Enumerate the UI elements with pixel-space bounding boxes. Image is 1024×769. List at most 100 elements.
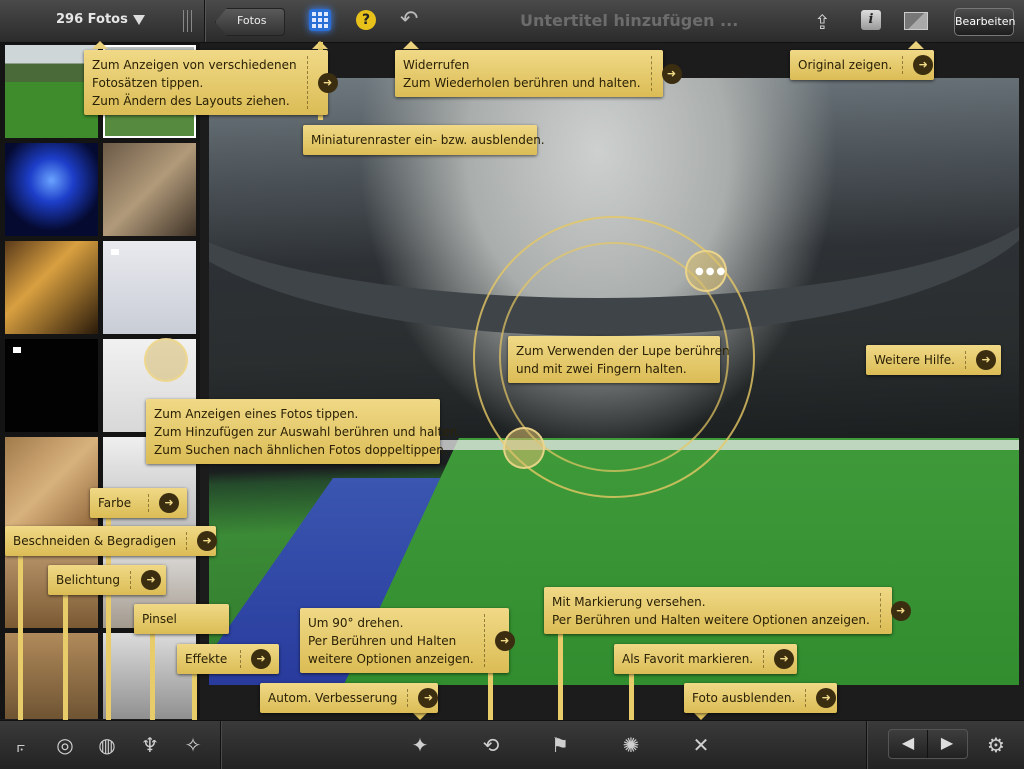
brush-icon[interactable]: ♆ [137,732,163,758]
help-button[interactable]: ? [356,10,376,30]
next-photo-icon[interactable]: ▶ [928,733,966,752]
tip-text: Farbe [98,496,132,510]
photo-thumbnail[interactable] [103,143,196,236]
crop-icon[interactable]: ⟔ [8,732,34,758]
arrow-icon[interactable]: ➜ [975,350,996,370]
photo-count-label[interactable]: 296 Fotos [56,12,128,27]
rotate-icon[interactable]: ⟲ [478,732,504,758]
tip-crop-straighten[interactable]: Beschneiden & Begradigen ➜ [5,526,218,556]
arrow-icon[interactable]: ➜ [197,531,218,551]
tip-auto-enhance[interactable]: Autom. Verbesserung ➜ [260,683,439,713]
grid-cell [318,12,322,16]
tip-connector [192,673,197,722]
tip-pointer [403,41,419,49]
tip-divider [148,494,149,512]
grid-cell [324,12,328,16]
toolbar-separator [220,721,221,769]
tip-connector [488,672,493,722]
photo-navigation: ◀ ▶ [888,729,968,759]
tip-color[interactable]: Farbe ➜ [90,488,187,518]
arrow-icon[interactable]: ➜ [494,630,515,651]
arrow-icon[interactable]: ➜ [251,649,271,669]
undo-button[interactable]: ↶ [400,8,424,32]
photo-thumbnail[interactable] [5,339,98,432]
tip-divider [650,56,652,91]
grid-cell [318,18,322,22]
tip-pointer [908,41,924,49]
arrow-icon[interactable]: ➜ [661,63,682,84]
tip-show-original[interactable]: Original zeigen. ➜ [790,50,934,80]
tip-divider [483,614,485,667]
loupe-handle[interactable]: ●●● [685,250,727,292]
tip-exposure[interactable]: Belichtung ➜ [48,565,166,595]
grid-cell [312,12,316,16]
edit-button[interactable]: Bearbeiten [954,8,1015,36]
arrow-icon[interactable]: ➜ [913,55,934,75]
tip-undo[interactable]: Widerrufen Zum Wiederholen berühren und … [395,50,682,97]
exposure-icon[interactable]: ◎ [52,732,78,758]
show-original-icon[interactable] [904,12,928,30]
photo-thumbnail[interactable] [5,437,98,530]
tip-favorite[interactable]: Als Favorit markieren. ➜ [614,644,797,674]
hide-photo-icon[interactable]: ✕ [688,732,714,758]
auto-enhance-icon[interactable]: ✦ [407,732,433,758]
tip-text: Original zeigen. [798,58,893,72]
tip-text: Beschneiden & Begradigen [13,534,177,548]
tip-effects[interactable]: Effekte ➜ [177,644,279,674]
tip-text: Foto ausblenden. [692,691,796,705]
tip-text: Um 90° drehen. Per Berühren und Halten w… [308,615,474,666]
arrow-icon[interactable]: ➜ [890,600,911,621]
back-button-label: Fotos [237,14,267,27]
tip-photo-sets[interactable]: Zum Anzeigen von verschiedenen Fotosätze… [84,50,338,115]
tip-divider [240,650,241,668]
video-icon [13,347,21,353]
grid-cell [324,24,328,28]
info-button[interactable]: i [861,10,881,30]
tip-connector [150,634,155,722]
previous-photo-icon[interactable]: ◀ [889,733,927,752]
thumbnail-grid-toggle-button[interactable] [309,9,331,31]
settings-gear-icon[interactable]: ⚙ [983,732,1009,758]
arrow-icon[interactable]: ➜ [141,570,162,590]
grid-cell [318,24,322,28]
back-button[interactable]: Fotos [215,8,285,36]
subtitle-field[interactable]: Untertitel hinzufügen ... [520,11,738,30]
tip-text: Miniaturenraster ein- bzw. ausblenden. [311,133,545,147]
color-palette-icon[interactable]: ◍ [94,732,120,758]
loupe-handle-dots: ●●● [695,266,728,277]
grid-cell [324,18,328,22]
tip-text: Weitere Hilfe. [874,353,955,367]
tip-text: Zum Anzeigen eines Fotos tippen. Zum Hin… [154,406,462,457]
share-icon[interactable]: ⇪ [814,10,838,34]
grid-cell [312,24,316,28]
tip-photo-tap: Zum Anzeigen eines Fotos tippen. Zum Hin… [146,399,461,464]
flag-icon[interactable]: ⚑ [547,732,573,758]
tip-loupe: Zum Verwenden der Lupe berühren und mit … [508,336,730,383]
dropdown-triangle-icon[interactable] [133,15,145,25]
tip-flag[interactable]: Mit Markierung versehen. Per Berühren un… [544,587,911,634]
thumbnail-touch-indicator [144,338,188,382]
arrow-icon[interactable]: ➜ [418,688,439,708]
loupe-touch-indicator [503,427,545,469]
tip-text: Zum Verwenden der Lupe berühren und mit … [516,343,730,376]
tip-pointer [92,41,108,49]
tip-rotate[interactable]: Um 90° drehen. Per Berühren und Halten w… [300,608,515,673]
tip-hide-photo[interactable]: Foto ausblenden. ➜ [684,683,837,713]
tip-text: Zum Anzeigen von verschiedenen Fotosätze… [92,57,297,108]
tip-more-help[interactable]: Weitere Hilfe. ➜ [866,345,1001,375]
arrow-icon[interactable]: ➜ [159,493,179,513]
arrow-icon[interactable]: ➜ [317,72,338,93]
tip-text: Effekte [185,652,228,666]
photo-thumbnail[interactable] [5,143,98,236]
tip-connector [558,632,563,722]
tip-pointer [412,712,428,720]
photo-thumbnail[interactable] [5,241,98,334]
arrow-icon[interactable]: ➜ [816,688,837,708]
tip-thumbnail-grid: Miniaturenraster ein- bzw. ausblenden. [303,125,545,155]
favorite-icon[interactable]: ✺ [618,732,644,758]
effects-icon[interactable]: ✧ [180,732,206,758]
arrow-icon[interactable]: ➜ [774,649,795,669]
resize-grip-icon[interactable] [183,10,195,32]
tip-brush: Pinsel [134,604,229,634]
photo-thumbnail[interactable] [103,241,196,334]
